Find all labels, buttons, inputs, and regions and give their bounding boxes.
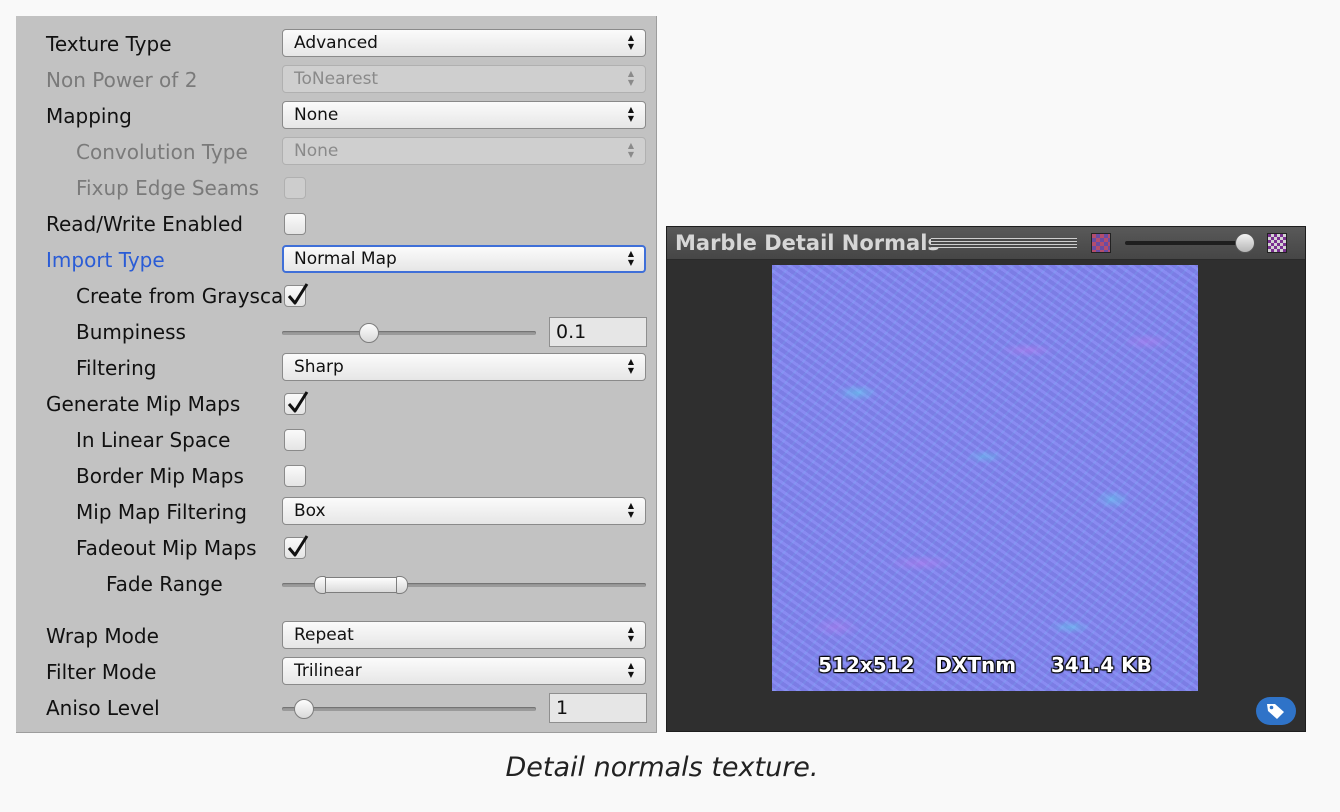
wrap-mode-value: Repeat (294, 625, 354, 645)
aniso-level-slider[interactable] (282, 699, 536, 719)
mapping-dropdown[interactable]: None ▲ ▼ (282, 101, 646, 129)
fadeout-mip-maps-checkbox[interactable] (284, 535, 309, 559)
non-power-of-2-value: ToNearest (294, 69, 379, 89)
bumpiness-field[interactable]: 0.1 (549, 317, 647, 347)
tag-icon (1267, 704, 1284, 719)
row-mapping: Mapping None ▲ ▼ (16, 98, 656, 134)
row-filter-mode: Filter Mode Trilinear ▲ ▼ (16, 654, 656, 690)
fadeout-mip-maps-label: Fadeout Mip Maps (76, 536, 257, 560)
aniso-level-slider-knob[interactable] (294, 699, 314, 719)
aniso-level-field[interactable]: 1 (549, 693, 647, 723)
texture-type-dropdown[interactable]: Advanced ▲ ▼ (282, 29, 646, 57)
texture-preview-panel: Marble Detail Normals 512x512 DXTnm 341.… (666, 226, 1306, 732)
bumpiness-label: Bumpiness (76, 320, 186, 344)
import-type-dropdown[interactable]: Normal Map ▲ ▼ (282, 245, 646, 273)
checkmark-icon (287, 391, 309, 413)
non-power-of-2-dropdown: ToNearest ▲ ▼ (282, 65, 646, 93)
row-border-mip-maps: Border Mip Maps (16, 458, 656, 494)
updown-arrows-icon: ▲ ▼ (627, 69, 635, 87)
asset-labels-button[interactable] (1256, 697, 1296, 725)
row-bumpiness: Bumpiness 0.1 (16, 314, 656, 350)
figure-caption: Detail normals texture. (505, 752, 819, 783)
generate-mip-maps-checkbox[interactable] (284, 391, 309, 415)
rgb-checker-icon[interactable] (1091, 233, 1111, 253)
row-generate-mip-maps: Generate Mip Maps (16, 386, 656, 422)
updown-arrows-icon: ▲ ▼ (627, 625, 635, 643)
aniso-level-label: Aniso Level (46, 696, 160, 720)
mip-level-slider-knob[interactable] (1235, 233, 1255, 253)
row-non-power-of-2: Non Power of 2 ToNearest ▲ ▼ (16, 62, 656, 98)
filtering-dropdown[interactable]: Sharp ▲ ▼ (282, 353, 646, 381)
updown-arrows-icon: ▲ ▼ (627, 105, 635, 123)
fade-range-slider[interactable] (282, 576, 646, 594)
import-type-label: Import Type (46, 248, 165, 272)
preview-title: Marble Detail Normals (675, 231, 940, 255)
wrap-mode-dropdown[interactable]: Repeat ▲ ▼ (282, 621, 646, 649)
wrap-mode-label: Wrap Mode (46, 624, 159, 648)
checkmark-icon (287, 283, 309, 305)
in-linear-space-checkbox[interactable] (284, 429, 306, 451)
row-read-write-enabled: Read/Write Enabled (16, 206, 656, 242)
updown-arrows-icon: ▲ ▼ (627, 141, 635, 159)
row-fixup-edge-seams: Fixup Edge Seams (16, 170, 656, 206)
texture-info-label: 512x512 DXTnm 341.4 KB (818, 653, 1152, 677)
fade-range-max-handle[interactable] (396, 576, 408, 594)
row-in-linear-space: In Linear Space (16, 422, 656, 458)
fixup-edge-seams-label: Fixup Edge Seams (76, 176, 260, 200)
alpha-checker-icon[interactable] (1267, 233, 1287, 253)
row-wrap-mode: Wrap Mode Repeat ▲ ▼ (16, 618, 656, 654)
mip-level-slider[interactable] (1125, 241, 1247, 245)
row-import-type: Import Type Normal Map ▲ ▼ (16, 242, 656, 278)
read-write-enabled-label: Read/Write Enabled (46, 212, 243, 236)
convolution-type-value: None (294, 141, 339, 161)
import-type-value: Normal Map (294, 249, 397, 269)
mip-map-filtering-label: Mip Map Filtering (76, 500, 247, 524)
convolution-type-dropdown: None ▲ ▼ (282, 137, 646, 165)
updown-arrows-icon: ▲ ▼ (627, 249, 635, 267)
row-fade-range: Fade Range (16, 566, 656, 602)
texture-type-value: Advanced (294, 33, 378, 53)
updown-arrows-icon: ▲ ▼ (627, 661, 635, 679)
fade-range-selection[interactable] (318, 577, 404, 593)
bumpiness-slider-knob[interactable] (359, 323, 379, 343)
texture-type-label: Texture Type (46, 32, 172, 56)
in-linear-space-label: In Linear Space (76, 428, 231, 452)
checkmark-icon (287, 535, 309, 557)
row-aniso-level: Aniso Level 1 (16, 690, 656, 726)
filter-mode-value: Trilinear (294, 661, 362, 681)
mip-map-filtering-dropdown[interactable]: Box ▲ ▼ (282, 497, 646, 525)
row-texture-type: Texture Type Advanced ▲ ▼ (16, 26, 656, 62)
create-from-grayscale-label: Create from Grayscale (76, 284, 282, 308)
row-convolution-type: Convolution Type None ▲ ▼ (16, 134, 656, 170)
filter-mode-dropdown[interactable]: Trilinear ▲ ▼ (282, 657, 646, 685)
updown-arrows-icon: ▲ ▼ (627, 357, 635, 375)
non-power-of-2-label: Non Power of 2 (46, 68, 198, 92)
texture-import-inspector: Texture Type Advanced ▲ ▼ Non Power of 2 … (16, 16, 657, 733)
mapping-value: None (294, 105, 339, 125)
bumpiness-slider[interactable] (282, 323, 536, 343)
row-filtering: Filtering Sharp ▲ ▼ (16, 350, 656, 386)
preview-header: Marble Detail Normals (667, 227, 1305, 260)
row-create-from-grayscale: Create from Grayscale (16, 278, 656, 314)
resize-grip[interactable] (931, 238, 1077, 248)
fade-range-label: Fade Range (106, 572, 223, 596)
border-mip-maps-label: Border Mip Maps (76, 464, 244, 488)
filtering-label: Filtering (76, 356, 157, 380)
updown-arrows-icon: ▲ ▼ (627, 33, 635, 51)
row-mip-map-filtering: Mip Map Filtering Box ▲ ▼ (16, 494, 656, 530)
mapping-label: Mapping (46, 104, 132, 128)
filtering-value: Sharp (294, 357, 344, 377)
convolution-type-label: Convolution Type (76, 140, 248, 164)
fixup-edge-seams-checkbox (284, 177, 306, 199)
border-mip-maps-checkbox[interactable] (284, 465, 306, 487)
create-from-grayscale-checkbox[interactable] (284, 283, 309, 307)
read-write-enabled-checkbox[interactable] (284, 213, 306, 235)
row-fadeout-mip-maps: Fadeout Mip Maps (16, 530, 656, 566)
fade-range-min-handle[interactable] (314, 576, 326, 594)
generate-mip-maps-label: Generate Mip Maps (46, 392, 241, 416)
normal-map-texture-image: 512x512 DXTnm 341.4 KB (772, 265, 1198, 691)
updown-arrows-icon: ▲ ▼ (627, 501, 635, 519)
mip-map-filtering-value: Box (294, 501, 326, 521)
filter-mode-label: Filter Mode (46, 660, 157, 684)
